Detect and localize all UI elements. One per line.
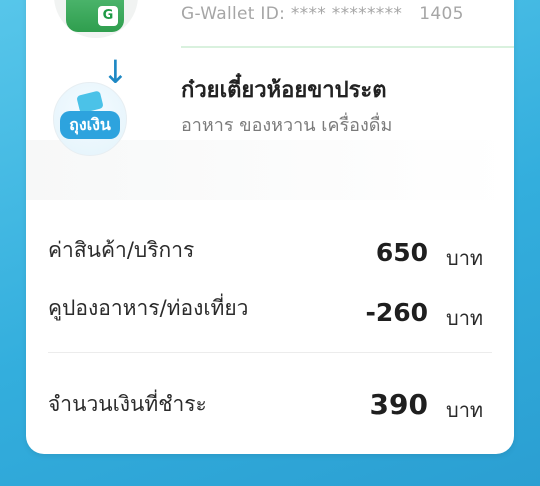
coupon-unit: บาท — [446, 306, 484, 330]
payment-summary-card: G G-Wallet ID: **** ******** 1405 ↓ ถุงเ… — [26, 0, 514, 454]
coupon-amount: -260 — [365, 298, 428, 327]
total-amount: 390 — [369, 388, 428, 421]
coupon-label: คูปองอาหาร/ท่องเที่ยว — [48, 296, 249, 320]
merchant-name: ก๋วยเตี๋ยวห้อยขาประต — [181, 78, 387, 103]
product-service-label: ค่าสินค้า/บริการ — [48, 238, 195, 262]
wallet-id-text: G-Wallet ID: **** ******** 1405 — [181, 4, 464, 24]
total-divider — [48, 352, 492, 353]
product-service-amount: 650 — [375, 238, 428, 267]
merchant-category: อาหาร ของหวาน เครื่องดื่ม — [181, 115, 393, 136]
g-wallet-icon: G — [66, 0, 124, 32]
money-bag-icon: ถุงเงิน — [60, 111, 120, 139]
total-label: จำนวนเงินที่ชำระ — [48, 392, 207, 416]
merchant-logo: ถุงเงิน — [53, 82, 127, 156]
total-unit: บาท — [446, 398, 484, 422]
g-wallet-letter: G — [98, 6, 118, 26]
product-service-unit: บาท — [446, 246, 484, 270]
section-separator — [181, 46, 514, 48]
